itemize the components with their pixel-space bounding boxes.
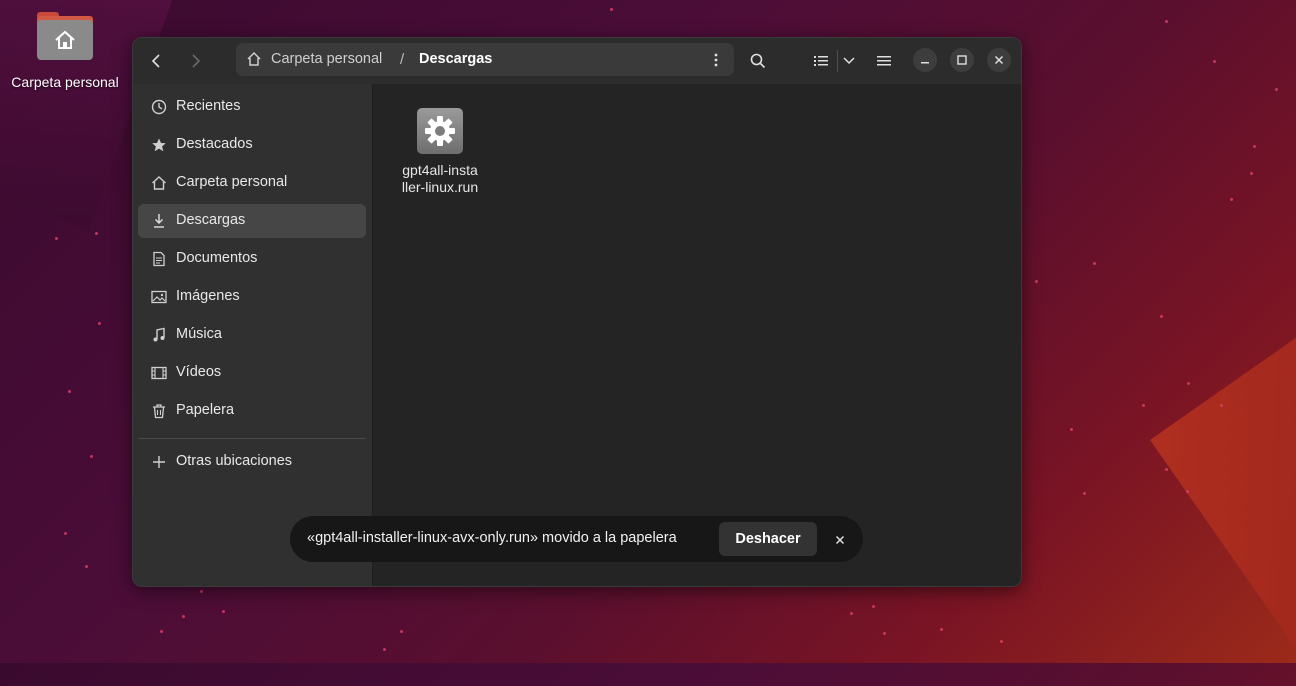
- sidebar-item-label: Documentos: [176, 250, 258, 266]
- plus-icon: [153, 456, 165, 468]
- sidebar-item-label: Vídeos: [176, 364, 222, 380]
- desktop-home-label: Carpeta personal: [11, 74, 119, 90]
- sidebar-item-documentos[interactable]: Documentos: [138, 242, 366, 276]
- close-button[interactable]: [987, 48, 1011, 72]
- sidebar-item-label: Otras ubicaciones: [176, 453, 293, 469]
- trash-icon: [153, 404, 165, 419]
- main-menu-button[interactable]: [870, 47, 898, 75]
- sidebar-item-label: Recientes: [176, 98, 241, 114]
- gear-icon: [417, 108, 463, 154]
- star-icon: [152, 138, 166, 152]
- video-icon: [151, 366, 167, 380]
- sidebar-item-papelera[interactable]: Papelera: [138, 394, 366, 428]
- desktop-home-folder[interactable]: Carpeta personal: [4, 8, 126, 90]
- music-icon: [153, 327, 165, 342]
- document-icon: [153, 251, 165, 267]
- breadcrumb-current[interactable]: Descargas: [419, 51, 492, 67]
- search-button[interactable]: [744, 47, 772, 75]
- sidebar-item-otras-ubicaciones[interactable]: Otras ubicaciones: [138, 445, 366, 479]
- image-icon: [151, 290, 167, 304]
- view-options-button[interactable]: [835, 47, 863, 75]
- sidebar-item-label: Imágenes: [176, 288, 240, 304]
- folder-icon: [37, 8, 93, 60]
- file-view[interactable]: gpt4all-installer-linux.run: [373, 84, 1021, 586]
- sidebar-item-label: Carpeta personal: [176, 174, 288, 190]
- sidebar-item-carpeta-personal[interactable]: Carpeta personal: [138, 166, 366, 200]
- chevron-down-icon: [843, 57, 855, 65]
- list-view-icon: [814, 56, 828, 66]
- clock-icon: [151, 99, 167, 115]
- wallpaper-shape: [1150, 267, 1296, 686]
- sidebar-item-label: Música: [176, 326, 222, 342]
- home-icon: [152, 176, 166, 190]
- close-icon: [994, 55, 1004, 65]
- notification-toast: «gpt4all-installer-linux-avx-only.run» m…: [290, 516, 863, 562]
- path-bar[interactable]: Carpeta personal / Descargas: [236, 43, 734, 76]
- close-icon: [835, 535, 845, 545]
- undo-button[interactable]: Deshacer: [719, 522, 817, 556]
- toast-close-button[interactable]: [830, 530, 850, 550]
- sidebar-item-label: Descargas: [176, 212, 246, 228]
- file-manager-window: Carpeta personal / Descargas Recientes D…: [132, 37, 1022, 587]
- minimize-button[interactable]: [913, 48, 937, 72]
- header-bar: Carpeta personal / Descargas: [133, 38, 1021, 84]
- chevron-right-icon: [192, 54, 201, 68]
- more-options-icon[interactable]: [708, 51, 724, 69]
- sidebar-item-imagenes[interactable]: Imágenes: [138, 280, 366, 314]
- sidebar-divider: [138, 438, 366, 439]
- download-icon: [154, 214, 164, 228]
- back-button[interactable]: [141, 47, 171, 75]
- sidebar-item-musica[interactable]: Música: [138, 318, 366, 352]
- maximize-button[interactable]: [950, 48, 974, 72]
- sidebar-item-recientes[interactable]: Recientes: [138, 90, 366, 124]
- sidebar: Recientes Destacados Carpeta personal De…: [133, 84, 373, 586]
- file-name: gpt4all-installer-linux.run: [401, 162, 479, 195]
- minimize-icon: [921, 62, 929, 64]
- chevron-left-icon: [151, 54, 160, 68]
- sidebar-item-destacados[interactable]: Destacados: [138, 128, 366, 162]
- hamburger-menu-icon: [877, 56, 891, 66]
- toast-message: «gpt4all-installer-linux-avx-only.run» m…: [307, 530, 677, 546]
- forward-button[interactable]: [181, 47, 211, 75]
- breadcrumb-parent[interactable]: Carpeta personal: [271, 51, 382, 67]
- home-icon: [246, 51, 262, 71]
- home-icon: [55, 30, 75, 49]
- sidebar-item-descargas[interactable]: Descargas: [138, 204, 366, 238]
- search-icon: [750, 53, 766, 69]
- sidebar-item-label: Papelera: [176, 402, 235, 418]
- sidebar-item-videos[interactable]: Vídeos: [138, 356, 366, 390]
- maximize-icon: [957, 55, 967, 65]
- file-item[interactable]: gpt4all-installer-linux.run: [401, 108, 479, 196]
- breadcrumb-separator: /: [400, 51, 405, 68]
- sidebar-item-label: Destacados: [176, 136, 253, 152]
- view-list-button[interactable]: [807, 47, 835, 75]
